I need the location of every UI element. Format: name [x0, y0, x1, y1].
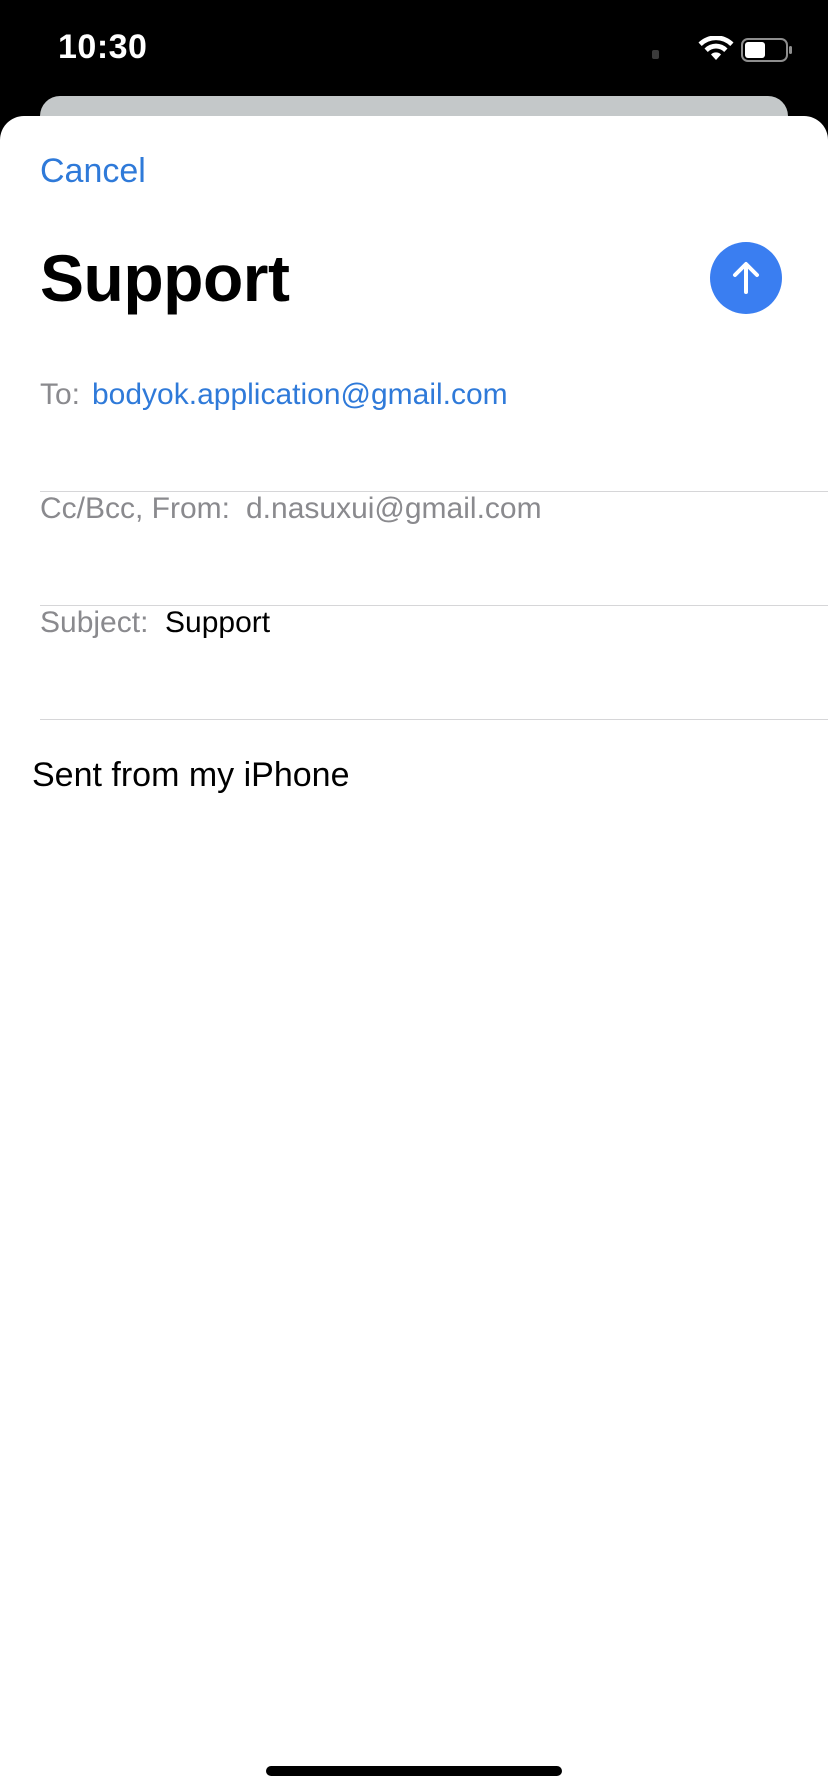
to-recipient[interactable]: bodyok.application@gmail.com [92, 378, 508, 412]
status-bar: 10:30 [0, 0, 828, 100]
compose-sheet: Cancel Support To: bodyok.application@gm… [0, 116, 828, 1792]
cancel-button[interactable]: Cancel [40, 152, 146, 191]
wifi-icon [698, 36, 734, 60]
screen: 10:30 Cancel Support To: bodyok.applicat… [0, 0, 828, 1792]
home-indicator[interactable] [266, 1766, 562, 1776]
status-time: 10:30 [58, 28, 148, 66]
to-label: To: [40, 378, 81, 411]
camera-indicator-dot [652, 50, 659, 59]
send-button[interactable] [710, 242, 782, 314]
page-title: Support [40, 241, 290, 315]
cc-bcc-from-field[interactable]: Cc/Bcc, From: d.nasuxui@gmail.com [40, 492, 828, 606]
message-body[interactable]: Sent from my iPhone [32, 756, 349, 795]
subject-label: Subject: [40, 606, 149, 639]
subject-input[interactable]: Support [165, 606, 270, 640]
to-field[interactable]: To: bodyok.application@gmail.com [40, 378, 828, 492]
subject-field[interactable]: Subject: Support [40, 606, 828, 720]
from-address[interactable]: d.nasuxui@gmail.com [246, 492, 542, 526]
battery-icon [741, 38, 792, 62]
arrow-up-icon [733, 262, 759, 294]
cc-bcc-from-label: Cc/Bcc, From: [40, 492, 231, 525]
